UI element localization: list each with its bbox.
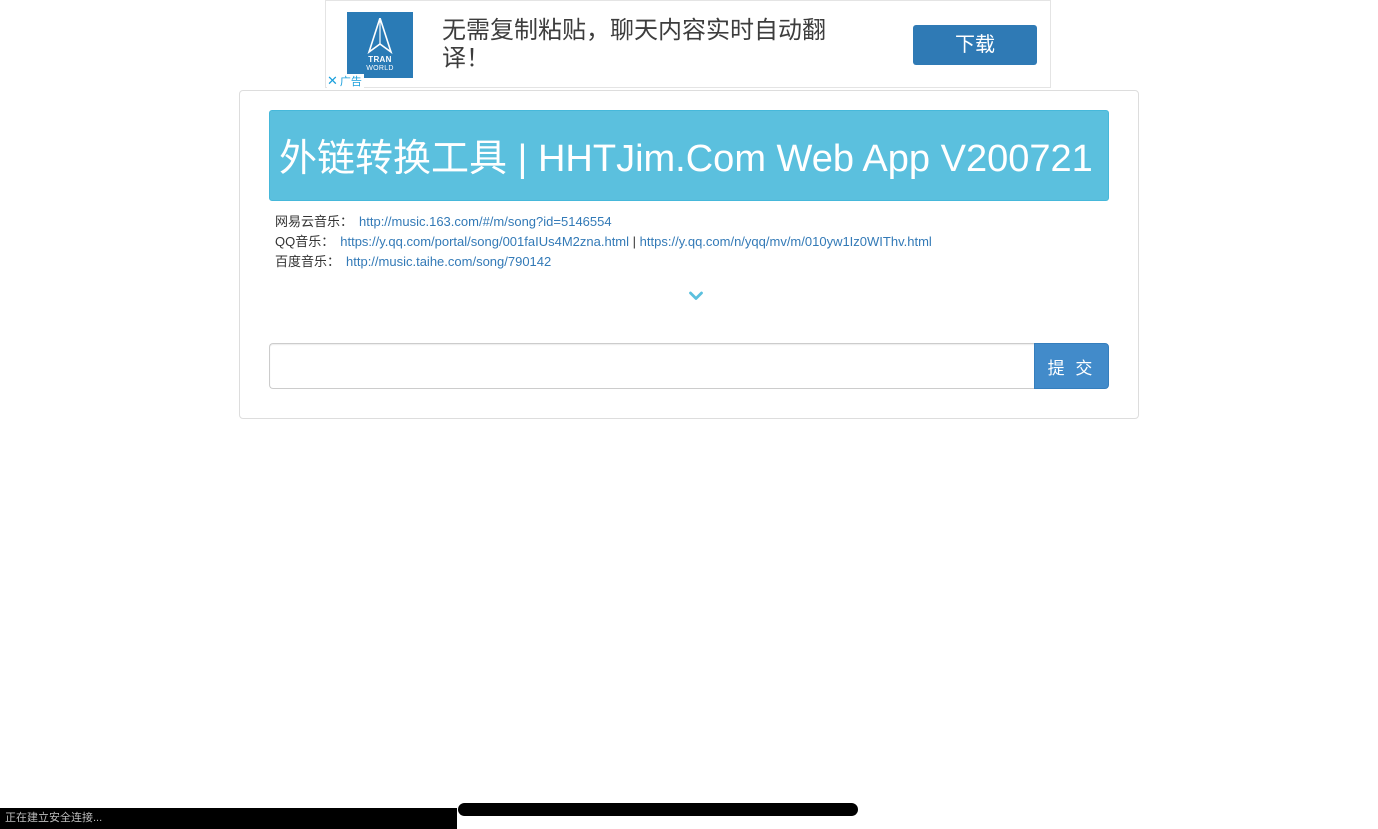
example-label: QQ音乐：: [275, 234, 335, 249]
tranworld-logo[interactable]: TRAN WORLD: [347, 12, 413, 78]
ad-banner[interactable]: TRAN WORLD 无需复制粘贴，聊天内容实时自动翻译！ 下载: [325, 0, 1051, 88]
example-row-netease: 网易云音乐： http://music.163.com/#/m/song?id=5…: [275, 212, 932, 232]
example-row-qq: QQ音乐： https://y.qq.com/portal/song/001faI…: [275, 232, 932, 252]
example-link[interactable]: http://music.taihe.com/song/790142: [346, 254, 551, 269]
tower-icon: [367, 18, 393, 54]
example-link[interactable]: https://y.qq.com/portal/song/001faIUs4M2…: [340, 234, 629, 249]
example-link[interactable]: https://y.qq.com/n/yqq/mv/m/010yw1Iz0WIT…: [640, 234, 932, 249]
title-banner: 外链转换工具 | HHTJim.Com Web App V200721: [269, 110, 1109, 201]
ad-label[interactable]: ✕ 广告: [327, 74, 364, 88]
submit-button[interactable]: 提 交: [1034, 343, 1109, 389]
example-links: 网易云音乐： http://music.163.com/#/m/song?id=5…: [275, 212, 932, 272]
chevron-down-icon[interactable]: [688, 288, 704, 304]
link-separator: |: [632, 234, 637, 249]
browser-status-bar: 正在建立安全连接...: [0, 808, 457, 829]
url-input[interactable]: [269, 343, 1035, 389]
example-row-baidu: 百度音乐： http://music.taihe.com/song/790142: [275, 252, 932, 272]
example-label: 百度音乐：: [275, 254, 341, 269]
logo-text-world: WORLD: [366, 65, 394, 72]
logo-text-tran: TRAN: [368, 55, 392, 64]
ad-label-text: 广告: [339, 76, 362, 88]
example-label: 网易云音乐：: [275, 214, 354, 229]
example-link[interactable]: http://music.163.com/#/m/song?id=5146554: [359, 214, 612, 229]
close-icon[interactable]: ✕: [327, 73, 338, 88]
ad-download-button[interactable]: 下载: [913, 25, 1037, 65]
page-title: 外链转换工具 | HHTJim.Com Web App V200721: [279, 138, 1093, 180]
main-panel: 外链转换工具 | HHTJim.Com Web App V200721 网易云音…: [239, 90, 1139, 419]
horizontal-scrollbar[interactable]: [458, 803, 858, 816]
ad-headline[interactable]: 无需复制粘贴，聊天内容实时自动翻译！: [442, 17, 842, 73]
url-form: 提 交: [269, 343, 1109, 389]
